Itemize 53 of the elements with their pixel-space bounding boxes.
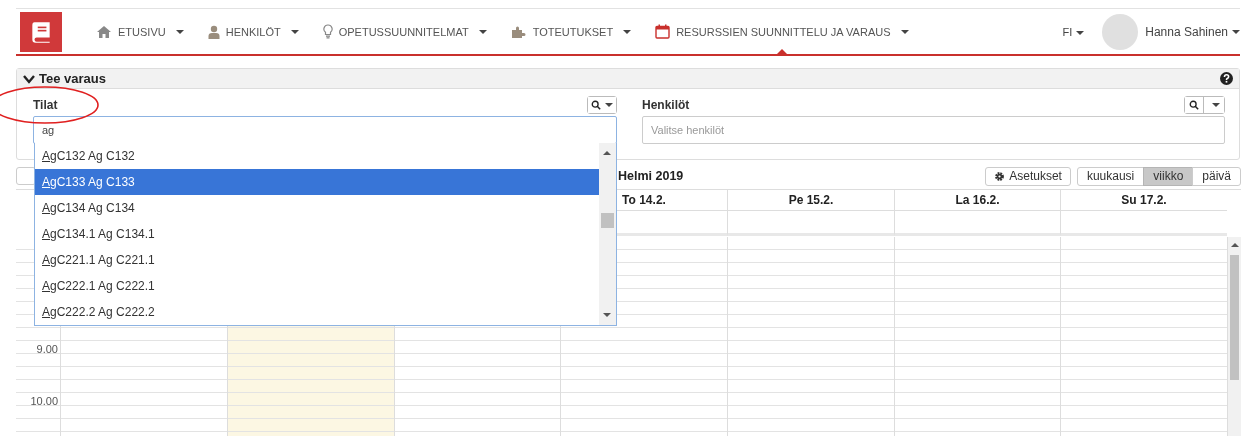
caret-icon [623, 29, 632, 34]
settings-button[interactable]: Asetukset [985, 166, 1071, 186]
caret-icon [1212, 103, 1220, 107]
chevron-icon[interactable] [23, 73, 35, 84]
day-header: Pe 15.2. [727, 190, 894, 210]
gear-icon [994, 170, 1006, 182]
dropdown-option[interactable]: AgC221.1 Ag C221.1 [35, 247, 599, 273]
field-label: Henkilöt [642, 98, 690, 112]
calendar-title: Helmi 2019 [618, 169, 684, 183]
field-label: Tilat [33, 98, 58, 112]
caret-icon [1076, 30, 1085, 35]
dropdown-option[interactable]: AgC132 Ag C132 [35, 143, 599, 169]
view-tab[interactable]: kuukausi [1076, 166, 1145, 186]
view-tab[interactable]: viikko [1143, 166, 1194, 186]
dropdown-button[interactable] [1203, 97, 1224, 113]
language-menu[interactable]: FI [1044, 25, 1103, 38]
day-header: Su 17.2. [1060, 190, 1227, 210]
caret-icon [1232, 30, 1240, 35]
scrollbar[interactable] [1227, 237, 1241, 436]
time-label: 10.00 [30, 395, 58, 407]
nav-menu-item[interactable]: ETUSIVU [84, 9, 196, 54]
caret-icon [478, 29, 487, 34]
caret-icon [605, 103, 613, 107]
nav-menu-item[interactable]: RESURSSIEN SUUNNITTELU JA VARAUS [643, 9, 921, 54]
persons-input[interactable]: Valitse henkilöt [642, 116, 1225, 144]
dropdown-option[interactable]: AgC134.1 Ag C134.1 [35, 221, 599, 247]
lightbulb-icon [322, 24, 333, 39]
dropdown-option[interactable]: AgC222.1 Ag C222.1 [35, 273, 599, 299]
search-icon [591, 100, 601, 110]
help-icon[interactable] [1220, 72, 1233, 85]
caret-icon [290, 29, 299, 34]
day-header: La 16.2. [894, 190, 1060, 210]
rooms-input[interactable]: ag [33, 116, 617, 144]
panel-title: Tee varaus [39, 71, 106, 86]
dropdown-option[interactable]: AgC133 Ag C133 [35, 169, 599, 195]
caret-icon [175, 29, 184, 34]
time-label: 9.00 [36, 343, 58, 355]
user-menu[interactable]: Hanna Sahinen [1145, 24, 1240, 39]
search-dropdown-button[interactable] [588, 97, 616, 113]
nav-menu-item[interactable]: HENKILÖT [195, 9, 311, 54]
scrollbar[interactable] [599, 143, 616, 325]
dropdown-option[interactable]: AgC222.2 Ag C222.2 [35, 299, 599, 325]
search-icon [1189, 100, 1199, 110]
nav-menu-item[interactable]: TOTEUTUKSET [498, 9, 644, 54]
user-icon [207, 24, 220, 39]
view-tab[interactable]: päivä [1192, 166, 1241, 186]
logo-icon[interactable] [20, 11, 62, 52]
nav-menu-item[interactable]: OPETUSSUUNNITELMAT [310, 9, 499, 54]
puzzle-icon [510, 24, 527, 39]
caret-icon [900, 29, 909, 34]
calendar-icon [655, 24, 671, 39]
home-icon [96, 24, 112, 39]
toolbar-button[interactable] [16, 167, 36, 185]
